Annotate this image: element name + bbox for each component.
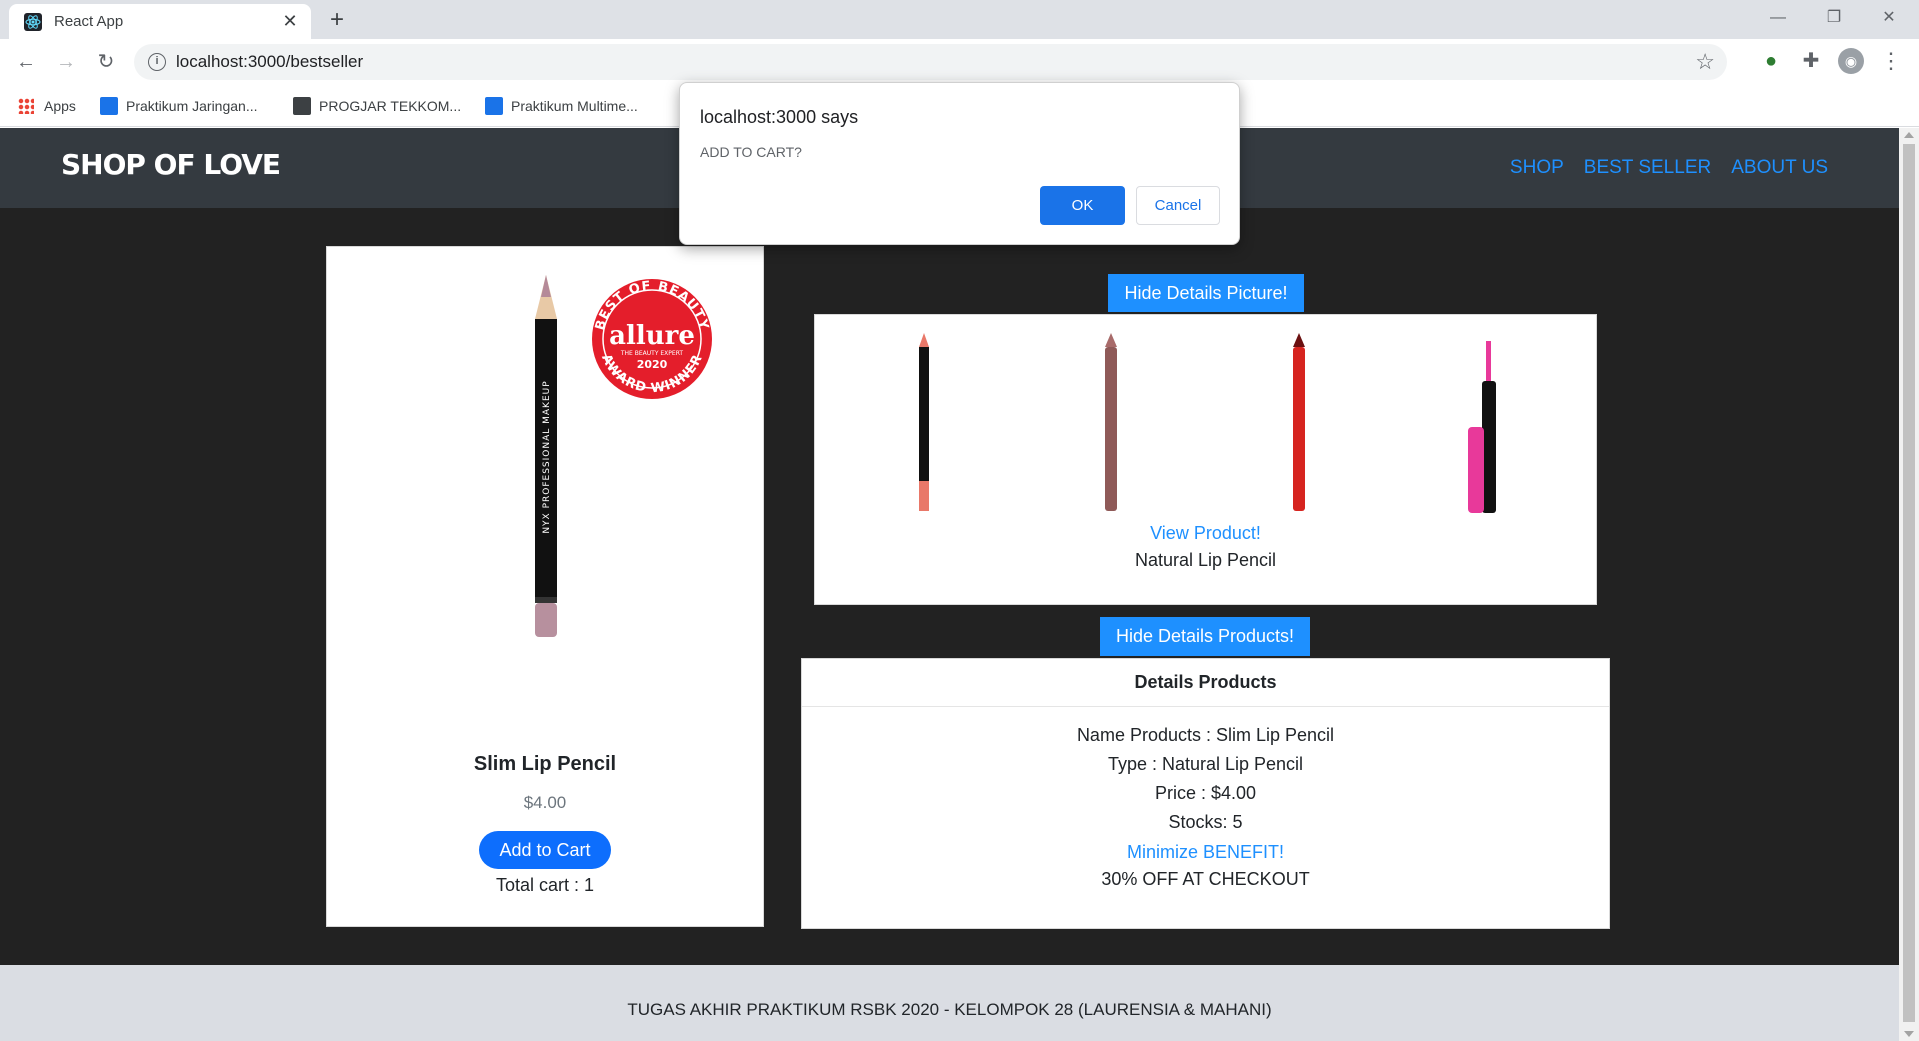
bookmark-label: Praktikum Jaringan... — [126, 98, 258, 114]
tab-title: React App — [54, 13, 124, 30]
site-info-icon[interactable]: i — [148, 53, 166, 71]
footer-text: TUGAS AKHIR PRAKTIKUM RSBK 2020 - KELOMP… — [627, 1000, 1272, 1019]
variant-images — [919, 333, 1496, 513]
svg-text:NYX PROFESSIONAL MAKEUP: NYX PROFESSIONAL MAKEUP — [542, 380, 552, 533]
brand-logo[interactable]: SHOP OF LOVE — [61, 148, 281, 181]
browser-tabstrip: React App ✕ + — ❐ ✕ — [0, 0, 1919, 39]
react-favicon-icon — [24, 13, 42, 31]
product-image: NYX PROFESSIONAL MAKEUP BEST OF BEAUTY A… — [535, 275, 712, 637]
scroll-up-arrow-icon[interactable] — [1904, 132, 1914, 138]
detail-name: Name Products : Slim Lip Pencil — [1076, 725, 1335, 745]
picture-type-label: Natural Lip Pencil — [1134, 550, 1277, 570]
bookmark-label: Praktikum Multime... — [511, 98, 638, 114]
lip-pencil-image: NYX PROFESSIONAL MAKEUP — [535, 275, 557, 637]
total-cart-count: Total cart : 1 — [495, 875, 595, 895]
bookmark-praktikum-jaringan[interactable]: Praktikum Jaringan... — [100, 95, 258, 117]
reload-icon[interactable]: ↻ — [92, 48, 120, 76]
nav-link-best-seller[interactable]: BEST SELLER — [1584, 157, 1711, 179]
bookmark-label: Apps — [44, 98, 76, 114]
forward-icon[interactable]: → — [52, 48, 80, 76]
view-product-link[interactable]: View Product! — [815, 523, 1596, 544]
bookmark-contact-icon — [100, 97, 118, 115]
product-price: $4.00 — [523, 793, 567, 812]
browser-tab[interactable]: React App ✕ — [9, 4, 311, 39]
scroll-down-arrow-icon[interactable] — [1904, 1031, 1914, 1037]
dialog-ok-button[interactable]: OK — [1040, 186, 1125, 225]
extensions-puzzle-icon[interactable]: ✚ — [1798, 48, 1824, 74]
svg-text:THE BEAUTY EXPERT: THE BEAUTY EXPERT — [620, 350, 684, 357]
bookmark-label: PROGJAR TEKKOM... — [319, 98, 462, 114]
bookmark-praktikum-multimedia[interactable]: Praktikum Multime... — [485, 95, 638, 117]
browser-toolbar: ← → ↻ i localhost:3000/bestseller ☆ ● ✚ … — [0, 39, 1919, 85]
bookmark-contact-icon — [293, 97, 311, 115]
minimize-window-icon[interactable]: — — [1755, 4, 1801, 32]
profile-avatar-icon[interactable]: ◉ — [1838, 48, 1864, 74]
site-footer: TUGAS AKHIR PRAKTIKUM RSBK 2020 - KELOMP… — [0, 965, 1899, 1041]
apps-grid-icon — [18, 98, 34, 114]
minimize-benefit-link[interactable]: Minimize BENEFIT! — [802, 842, 1609, 863]
product-title: Slim Lip Pencil — [473, 753, 617, 775]
extension-globe-icon[interactable]: ● — [1758, 48, 1784, 74]
address-bar[interactable]: i localhost:3000/bestseller ☆ — [134, 44, 1727, 80]
picture-panel: View Product! Natural Lip Pencil — [814, 314, 1597, 605]
nav-link-about-us[interactable]: ABOUT US — [1731, 157, 1828, 179]
nav-link-shop[interactable]: SHOP — [1510, 157, 1564, 179]
nav-links: SHOP BEST SELLER ABOUT US — [1510, 157, 1828, 179]
tab-close-icon[interactable]: ✕ — [279, 10, 301, 32]
close-window-icon[interactable]: ✕ — [1866, 4, 1912, 32]
back-icon[interactable]: ← — [12, 48, 40, 76]
scroll-thumb[interactable] — [1903, 144, 1915, 1022]
dialog-title: localhost:3000 says — [700, 107, 859, 127]
variant-pencil-mauve — [1105, 333, 1117, 511]
svg-text:2020: 2020 — [637, 358, 668, 371]
url-text[interactable]: localhost:3000/bestseller — [176, 52, 363, 72]
variant-pencil-red — [1293, 333, 1305, 511]
variant-pencil-coral — [919, 333, 929, 511]
details-header: Details Products — [802, 659, 1609, 707]
detail-type: Type : Natural Lip Pencil — [1107, 754, 1304, 774]
browser-menu-icon[interactable]: ⋮ — [1878, 48, 1904, 74]
hide-details-picture-button[interactable]: Hide Details Picture! — [1108, 274, 1304, 312]
page-content: SHOP OF LOVE SHOP BEST SELLER ABOUT US N… — [0, 128, 1899, 1041]
benefit-text: 30% OFF AT CHECKOUT — [1101, 869, 1310, 889]
bookmark-apps[interactable]: Apps — [18, 95, 76, 117]
bookmark-progjar-tekkom[interactable]: PROGJAR TEKKOM... — [293, 95, 461, 117]
hide-details-products-button[interactable]: Hide Details Products! — [1100, 617, 1310, 656]
dialog-message: ADD TO CART? — [700, 144, 802, 160]
bookmark-star-icon[interactable]: ☆ — [1695, 49, 1715, 75]
variant-liquid-liner — [1468, 341, 1496, 513]
page-scrollbar[interactable] — [1899, 128, 1919, 1041]
confirm-dialog: localhost:3000 says ADD TO CART? OK Canc… — [679, 82, 1240, 245]
new-tab-button[interactable]: + — [323, 6, 351, 34]
allure-award-badge: BEST OF BEAUTY AWARD WINNER allure THE B… — [592, 279, 712, 399]
detail-price: Price : $4.00 — [1154, 783, 1257, 803]
dialog-cancel-button[interactable]: Cancel — [1136, 186, 1220, 225]
add-to-cart-button[interactable]: Add to Cart — [479, 831, 611, 869]
svg-text:allure: allure — [609, 321, 695, 351]
restore-window-icon[interactable]: ❐ — [1811, 4, 1857, 32]
bookmark-contact-icon — [485, 97, 503, 115]
details-panel: Details Products Name Products : Slim Li… — [801, 658, 1610, 929]
product-card: NYX PROFESSIONAL MAKEUP BEST OF BEAUTY A… — [326, 246, 764, 927]
detail-stocks: Stocks: 5 — [1168, 812, 1243, 832]
